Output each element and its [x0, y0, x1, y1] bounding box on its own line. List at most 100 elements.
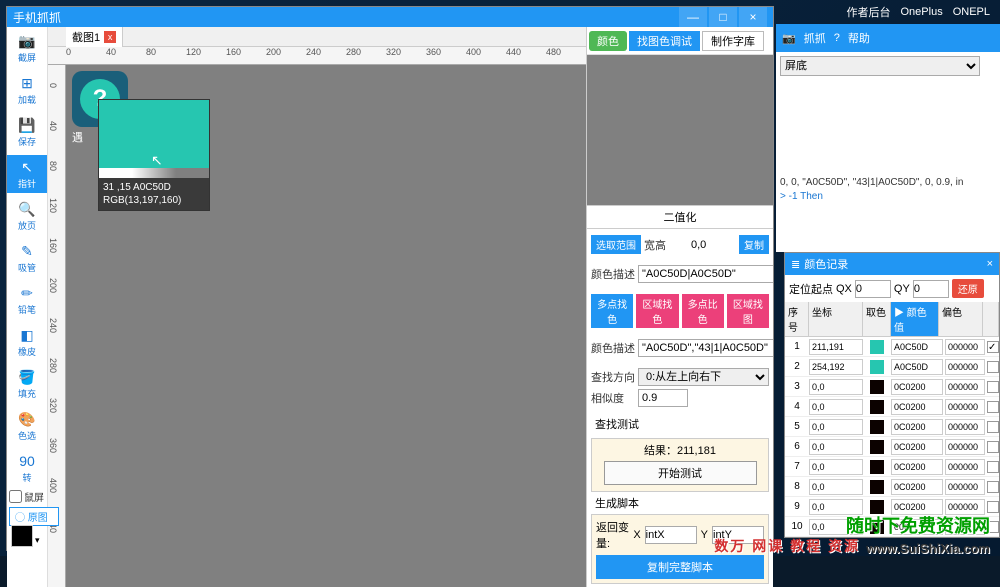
- row-checkbox[interactable]: [987, 361, 999, 373]
- coord-cell[interactable]: 0,0: [809, 459, 863, 475]
- tool-pencil[interactable]: ✏铅笔: [7, 281, 47, 319]
- qx-input[interactable]: [855, 280, 891, 298]
- fontlib-tab[interactable]: 制作字库: [702, 31, 764, 51]
- offset-cell[interactable]: 000000: [945, 419, 985, 435]
- colorvalue-cell[interactable]: 0C0200: [891, 399, 943, 415]
- mag-rgb: RGB(13,197,160): [103, 194, 205, 207]
- close-button[interactable]: ×: [739, 7, 767, 27]
- tool-fill[interactable]: 🪣填充: [7, 365, 47, 403]
- colorvalue-cell[interactable]: 0C0200: [891, 439, 943, 455]
- colorvalue-cell[interactable]: 0C0200: [891, 459, 943, 475]
- tool-save[interactable]: 💾保存: [7, 113, 47, 151]
- multipoint-button[interactable]: 多点找色: [591, 294, 633, 328]
- color-desc-input[interactable]: [638, 265, 773, 283]
- coord-cell[interactable]: 0,0: [809, 379, 863, 395]
- row-checkbox[interactable]: [987, 461, 999, 473]
- areafind-button[interactable]: 区域找色: [636, 294, 678, 328]
- magnifier: ↖ 31 ,15 A0C50D RGB(13,197,160): [98, 99, 210, 211]
- colorvalue-cell[interactable]: A0C50D: [891, 339, 943, 355]
- color-swatch[interactable]: [11, 525, 33, 547]
- help-icon[interactable]: ?: [834, 32, 840, 44]
- coord-cell[interactable]: 0,0: [809, 419, 863, 435]
- tool-screenshot[interactable]: 📷截屏: [7, 29, 47, 67]
- mouse-screen-check[interactable]: 鼠屏: [9, 489, 59, 504]
- table-row: 50,00C0200000000: [785, 417, 999, 437]
- coord-cell[interactable]: 0,0: [809, 479, 863, 495]
- tab-bar: 截图1 x: [48, 27, 586, 47]
- device-name[interactable]: OnePlus: [901, 6, 943, 18]
- color-desc2-input[interactable]: [638, 339, 773, 357]
- preview-corner-label: 遇: [72, 129, 83, 145]
- tab-screenshot1[interactable]: 截图1 x: [66, 27, 123, 47]
- row-checkbox[interactable]: [987, 381, 999, 393]
- tool-zoom[interactable]: 🔍放页: [7, 197, 47, 235]
- offset-cell[interactable]: 000000: [945, 359, 985, 375]
- screen-dropdown[interactable]: 屏底: [780, 56, 980, 76]
- color-swatch-icon: [870, 340, 884, 354]
- watermark-text1: 随时下免费资源网: [846, 512, 990, 538]
- coord-cell[interactable]: 0,0: [809, 439, 863, 455]
- colorvalue-cell[interactable]: 0C0200: [891, 419, 943, 435]
- restore-button[interactable]: 还原: [952, 279, 984, 298]
- row-checkbox[interactable]: [987, 401, 999, 413]
- offset-cell[interactable]: 000000: [945, 399, 985, 415]
- tool-rotate[interactable]: 90转: [7, 449, 47, 487]
- copy-script-button[interactable]: 复制完整脚本: [596, 555, 764, 579]
- zhuazhua-label[interactable]: 抓抓: [804, 30, 826, 46]
- varx-input[interactable]: [645, 526, 697, 544]
- areafindpic-button[interactable]: 区域找图: [727, 294, 769, 328]
- copy-wh-button[interactable]: 复制: [739, 235, 769, 254]
- dropper-icon: ✎: [18, 242, 36, 260]
- result-box: 结果：211,181 开始测试: [591, 438, 769, 492]
- close-side-button[interactable]: ×: [987, 258, 993, 270]
- maximize-button[interactable]: □: [709, 7, 737, 27]
- colorvalue-cell[interactable]: 0C0200: [891, 379, 943, 395]
- camera-icon[interactable]: 📷: [782, 32, 796, 45]
- minimize-button[interactable]: —: [679, 7, 707, 27]
- binarize-title: 二值化: [587, 205, 773, 229]
- tool-pointer[interactable]: ↖指针: [7, 155, 47, 193]
- color-tab[interactable]: 颜色: [589, 31, 627, 51]
- qy-input[interactable]: [913, 280, 949, 298]
- rotate-icon: 90: [18, 452, 36, 470]
- colorvalue-cell[interactable]: 0C0200: [891, 479, 943, 495]
- findcolor-tab[interactable]: 找图色调试: [629, 31, 700, 51]
- start-test-button[interactable]: 开始测试: [604, 461, 757, 485]
- colorvalue-cell[interactable]: A0C50D: [891, 359, 943, 375]
- tool-eraser[interactable]: ◧橡皮: [7, 323, 47, 361]
- coord-cell[interactable]: 211,191: [809, 339, 863, 355]
- left-toolbar: 📷截屏 ⊞加载 💾保存 ↖指针 🔍放页 ✎吸管 ✏铅笔 ◧橡皮 🪣填充 🎨色选 …: [7, 27, 48, 587]
- offset-cell[interactable]: 000000: [945, 459, 985, 475]
- tool-load[interactable]: ⊞加载: [7, 71, 47, 109]
- direction-select[interactable]: 0:从左上向右下: [638, 368, 769, 386]
- zoom-icon: 🔍: [18, 200, 36, 218]
- select-area-button[interactable]: 选取范围: [591, 235, 641, 254]
- offset-cell[interactable]: 000000: [945, 379, 985, 395]
- help-label[interactable]: 帮助: [848, 30, 870, 46]
- coord-cell[interactable]: 254,192: [809, 359, 863, 375]
- tool-dropper[interactable]: ✎吸管: [7, 239, 47, 277]
- row-checkbox[interactable]: [987, 441, 999, 453]
- similarity-input[interactable]: [638, 389, 688, 407]
- close-tab-icon[interactable]: x: [104, 31, 116, 43]
- tool-colorsel[interactable]: 🎨色选: [7, 407, 47, 445]
- multicompare-button[interactable]: 多点比色: [682, 294, 724, 328]
- coord-cell[interactable]: 0,0: [809, 399, 863, 415]
- original-button[interactable]: ◯ 原图: [9, 507, 59, 526]
- cursor-icon: ↖: [151, 152, 163, 169]
- canvas[interactable]: ? 遇 ↖ 31 ,15 A0C50D RGB(13,197,160): [66, 65, 586, 587]
- color-record-window: ≣ 颜色记录 × 定位起点 QX QY 还原 序号 坐标 取色 ▶ 颜色值 偏色…: [784, 252, 1000, 538]
- color-swatch-icon: [870, 440, 884, 454]
- code-line2: > -1 Then: [780, 190, 996, 204]
- row-checkbox[interactable]: [987, 481, 999, 493]
- author-link[interactable]: 作者后台: [847, 4, 891, 20]
- row-checkbox[interactable]: [987, 421, 999, 433]
- row-checkbox[interactable]: ✓: [987, 341, 999, 353]
- offset-cell[interactable]: 000000: [945, 339, 985, 355]
- offset-cell[interactable]: 000000: [945, 439, 985, 455]
- swatch-dropdown-icon[interactable]: ▾: [35, 535, 45, 545]
- horizontal-ruler: 04080120160200240280320360400440480: [48, 47, 586, 65]
- row-checkbox[interactable]: [987, 501, 999, 513]
- offset-cell[interactable]: 000000: [945, 479, 985, 495]
- canvas-region: 截图1 x 0408012016020024028032036040044048…: [48, 27, 586, 587]
